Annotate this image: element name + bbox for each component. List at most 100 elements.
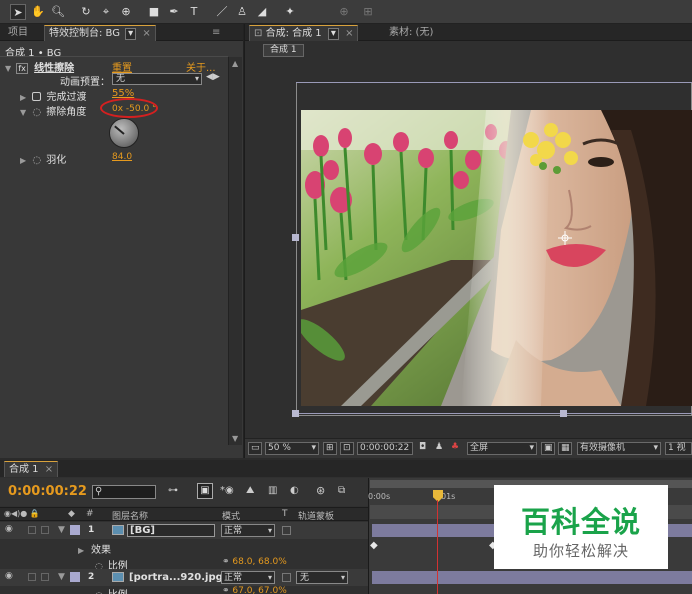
layer-row[interactable]: ◉ ▼ 1 [BG] 正常 ▾ bbox=[0, 522, 368, 539]
label-color-swatch[interactable] bbox=[70, 572, 80, 582]
layer-duration-bar[interactable] bbox=[372, 571, 692, 584]
stopwatch-icon[interactable]: ◌ bbox=[32, 155, 41, 166]
blend-mode-dropdown[interactable]: 正常 ▾ bbox=[221, 571, 275, 584]
roto-brush-tool-icon[interactable]: ✦ bbox=[282, 4, 298, 20]
preset-nav-arrows-icon[interactable]: ◀▶ bbox=[206, 72, 220, 82]
brainstorm-icon[interactable]: ⊛ bbox=[316, 484, 325, 497]
rotate-tool-icon[interactable]: ↻ bbox=[78, 4, 94, 20]
live-update-icon[interactable]: ▣ bbox=[197, 483, 213, 499]
lock-icon[interactable]: ⊡ bbox=[254, 28, 262, 39]
collapse-triangle-icon[interactable]: ▼ bbox=[5, 64, 11, 73]
lock-toggle[interactable] bbox=[41, 573, 49, 581]
always-preview-icon[interactable]: ▭ bbox=[248, 442, 262, 455]
layer-row[interactable]: ◉ ▼ 2 [portra...920.jpg] 正常 ▾ 无 ▾ bbox=[0, 569, 368, 586]
tab-effect-controls[interactable]: 特效控制台: BG ▾ × bbox=[44, 25, 156, 41]
scale-value[interactable]: ⚭ 68.0, 68.0% bbox=[222, 557, 287, 567]
safe-zones-icon[interactable]: ⊞ bbox=[323, 442, 337, 455]
comp-timecode[interactable]: 0:00:00:22 bbox=[357, 442, 413, 455]
solo-toggle[interactable] bbox=[28, 526, 36, 534]
blend-mode-dropdown[interactable]: 正常 ▾ bbox=[221, 524, 275, 537]
collapse-triangle-icon[interactable]: ▼ bbox=[20, 108, 26, 117]
selection-tool-icon[interactable]: ➤ bbox=[10, 4, 26, 20]
lock-toggle[interactable] bbox=[41, 526, 49, 534]
layer-name[interactable]: [portra...920.jpg] bbox=[129, 572, 227, 583]
close-tab-icon[interactable]: × bbox=[142, 28, 150, 39]
fx-toggle-icon[interactable]: fx bbox=[16, 63, 28, 74]
effect-layer-dropdown-icon[interactable]: ▾ bbox=[125, 28, 137, 40]
view-layout-dropdown[interactable]: 1 视 bbox=[665, 442, 692, 455]
tab-footage[interactable]: 素材: (无) bbox=[385, 25, 437, 41]
image-layer-icon bbox=[112, 572, 124, 582]
draft-3d-icon[interactable]: *◉ bbox=[220, 485, 234, 496]
text-tool-icon[interactable]: T bbox=[186, 4, 202, 20]
constrain-proportions-icon[interactable]: ⚭ bbox=[222, 586, 230, 594]
graph-editor-icon[interactable]: ⧉ bbox=[338, 485, 345, 496]
axis-mode-icon[interactable]: ⊕ bbox=[336, 4, 352, 20]
tab-composition[interactable]: ⊡ 合成: 合成 1 ▾ × bbox=[249, 25, 359, 41]
grid-icon[interactable]: ⊞ bbox=[360, 4, 376, 20]
collapse-triangle-icon[interactable]: ▼ bbox=[58, 525, 65, 535]
stopwatch-active-icon[interactable] bbox=[32, 92, 42, 101]
panel-menu-icon[interactable]: ≡ bbox=[208, 25, 224, 41]
layer-name-field[interactable]: [BG] bbox=[127, 524, 215, 537]
transform-handle[interactable] bbox=[292, 410, 299, 417]
clone-stamp-tool-icon[interactable]: ♙ bbox=[234, 4, 250, 20]
mask-visibility-icon[interactable]: ⊡ bbox=[340, 442, 354, 455]
expand-triangle-icon[interactable]: ▶ bbox=[78, 546, 84, 555]
resolution-dropdown[interactable]: 全屏 ▾ bbox=[467, 442, 537, 455]
solo-toggle[interactable] bbox=[28, 573, 36, 581]
rectangle-tool-icon[interactable]: ■ bbox=[146, 4, 162, 20]
pen-tool-icon[interactable]: ✒ bbox=[166, 4, 182, 20]
effect-scrollbar[interactable]: ▲ ▼ bbox=[228, 57, 242, 445]
transform-handle[interactable] bbox=[292, 234, 299, 241]
visibility-eye-icon[interactable]: ◉ bbox=[5, 571, 13, 581]
keyframe-diamond-icon[interactable]: ◆ bbox=[370, 541, 378, 551]
camera-tool-icon[interactable]: ⌖ bbox=[98, 4, 114, 20]
visibility-eye-icon[interactable]: ◉ bbox=[5, 524, 13, 534]
preserve-transparency-toggle[interactable] bbox=[282, 573, 291, 582]
channel-icon[interactable]: ♣ bbox=[449, 442, 463, 455]
angle-dial[interactable] bbox=[109, 118, 139, 148]
transform-handle[interactable] bbox=[560, 410, 567, 417]
hide-shy-icon[interactable]: ⛰ bbox=[246, 485, 254, 496]
preserve-transparency-toggle[interactable] bbox=[282, 526, 291, 535]
comp-mini-flowchart-icon[interactable]: ⊶ bbox=[168, 485, 178, 496]
composition-viewer[interactable] bbox=[301, 110, 692, 406]
region-of-interest-icon[interactable]: ▣ bbox=[541, 442, 555, 455]
eraser-tool-icon[interactable]: ◢ bbox=[254, 4, 270, 20]
snapshot-icon[interactable]: ◘ bbox=[417, 442, 431, 455]
hand-tool-icon[interactable]: ✋ bbox=[30, 4, 46, 20]
preset-dropdown[interactable]: 无 ▾ bbox=[112, 73, 202, 85]
zoom-tool-icon[interactable]: 🔍︎ bbox=[50, 4, 66, 20]
frame-blending-icon[interactable]: ▥ bbox=[268, 485, 277, 496]
expand-triangle-icon[interactable]: ▶ bbox=[20, 156, 26, 165]
layer-search-input[interactable]: ⚲ bbox=[92, 485, 156, 499]
expand-triangle-icon[interactable]: ▶ bbox=[20, 93, 26, 102]
track-matte-dropdown[interactable]: 无 ▾ bbox=[296, 571, 348, 584]
column-source-name[interactable]: 图层名称 bbox=[112, 509, 148, 522]
label-color-swatch[interactable] bbox=[70, 525, 80, 535]
reset-link[interactable]: 重置 bbox=[112, 59, 132, 74]
brush-tool-icon[interactable]: ／ bbox=[214, 4, 230, 20]
collapse-triangle-icon[interactable]: ▼ bbox=[58, 572, 65, 582]
close-tab-icon[interactable]: × bbox=[345, 28, 353, 39]
tab-project[interactable]: 项目 bbox=[4, 25, 32, 41]
timeline-timecode[interactable]: 0:00:00:22 bbox=[8, 484, 87, 499]
motion-blur-icon[interactable]: ◐ bbox=[290, 485, 299, 496]
comp-nav-chip[interactable]: 合成 1 bbox=[263, 44, 304, 57]
scroll-up-icon[interactable]: ▲ bbox=[232, 59, 238, 68]
show-snapshot-icon[interactable]: ♟ bbox=[433, 442, 447, 455]
pan-behind-tool-icon[interactable]: ⊕ bbox=[118, 4, 134, 20]
comp-dropdown-icon[interactable]: ▾ bbox=[327, 28, 339, 40]
transparency-grid-icon[interactable]: ▦ bbox=[558, 442, 572, 455]
camera-dropdown[interactable]: 有效摄像机 ▾ bbox=[577, 442, 661, 455]
close-tab-icon[interactable]: × bbox=[45, 464, 53, 475]
constrain-proportions-icon[interactable]: ⚭ bbox=[222, 557, 230, 567]
scroll-down-icon[interactable]: ▼ bbox=[232, 434, 238, 443]
feather-value[interactable]: 84.0 bbox=[112, 152, 132, 162]
tab-timeline-comp[interactable]: 合成 1 × bbox=[4, 461, 59, 477]
blend-mode-value: 正常 bbox=[224, 573, 243, 583]
stopwatch-icon[interactable]: ◌ bbox=[32, 107, 41, 118]
scale-value[interactable]: ⚭ 67.0, 67.0% bbox=[222, 586, 287, 594]
zoom-dropdown[interactable]: 50 % ▾ bbox=[265, 442, 319, 455]
